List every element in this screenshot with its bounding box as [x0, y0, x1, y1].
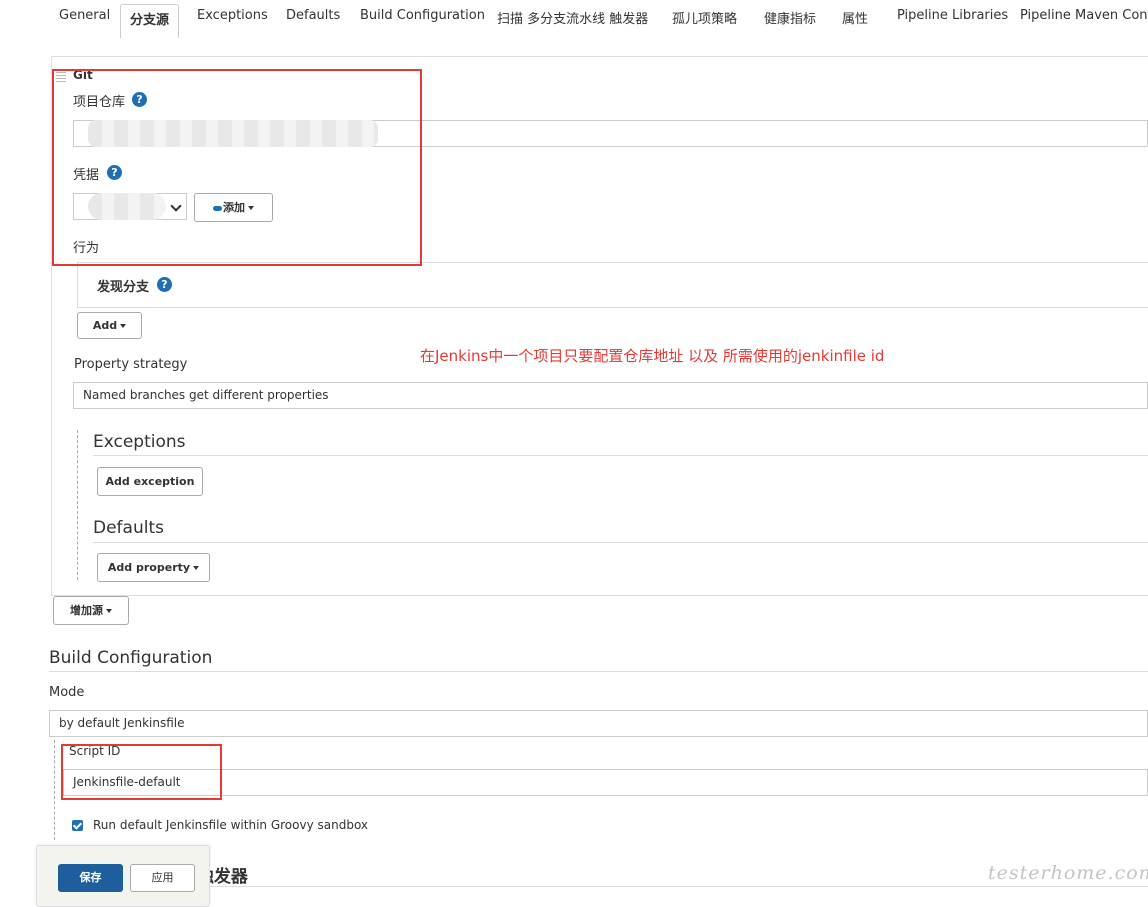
script-id-input[interactable]: Jenkinsfile-default [63, 769, 1148, 796]
watermark: testerhome.com [988, 862, 1148, 884]
tab-defaults[interactable]: Defaults [286, 8, 340, 23]
highlight-box-git [52, 69, 422, 266]
add-source-button[interactable]: 增加源 [53, 596, 129, 625]
tab-health-metrics[interactable]: 健康指标 [764, 8, 816, 27]
nested-section-guide [54, 740, 55, 840]
caret-icon [120, 324, 127, 328]
tab-branch-sources[interactable]: 分支源 [120, 4, 180, 39]
apply-button[interactable]: 应用 [130, 864, 195, 892]
divider [49, 886, 1148, 887]
help-icon[interactable]: ? [157, 277, 172, 292]
save-button[interactable]: 保存 [58, 864, 123, 892]
tab-orphan-strategy[interactable]: 孤儿项策略 [672, 8, 737, 27]
behavior-discover-branches [77, 262, 1148, 308]
add-property-button[interactable]: Add property [97, 553, 210, 582]
property-strategy-select[interactable]: Named branches get different properties [73, 382, 1148, 409]
check-icon [72, 820, 83, 830]
tab-exceptions[interactable]: Exceptions [197, 8, 268, 23]
annotation-text: 在Jenkins中一个项目只要配置仓库地址 以及 所需使用的jenkinfile… [420, 347, 885, 365]
defaults-title: Defaults [93, 518, 164, 538]
divider [49, 671, 1148, 672]
exceptions-title: Exceptions [93, 432, 186, 452]
sandbox-label: Run default Jenkinsfile within Groovy sa… [93, 818, 369, 832]
tab-scan-triggers[interactable]: 扫描 多分支流水线 触发器 [497, 8, 648, 27]
mode-select[interactable]: by default Jenkinsfile [49, 710, 1148, 737]
add-property-label: Add property [107, 561, 191, 574]
tab-general[interactable]: General [59, 8, 110, 23]
tab-pipeline-maven-config[interactable]: Pipeline Maven Configu [1020, 8, 1148, 23]
discover-branches-label: 发现分支 [97, 280, 150, 295]
add-source-label: 增加源 [70, 604, 103, 617]
tab-pipeline-libraries[interactable]: Pipeline Libraries [897, 8, 1008, 23]
add-behavior-button[interactable]: Add [77, 312, 142, 339]
tab-build-configuration[interactable]: Build Configuration [360, 8, 485, 23]
tab-bar: General 分支源 Exceptions Defaults Build Co… [42, 0, 1148, 39]
sandbox-checkbox[interactable] [72, 820, 83, 831]
build-configuration-title: Build Configuration [49, 648, 213, 668]
divider [93, 542, 1148, 543]
caret-icon [106, 609, 112, 613]
mode-label: Mode [49, 685, 85, 700]
nested-section-guide [77, 430, 78, 580]
tab-properties[interactable]: 属性 [842, 8, 868, 27]
add-exception-button[interactable]: Add exception [97, 467, 203, 496]
add-behavior-label: Add [92, 319, 118, 332]
highlight-box-script-id [61, 744, 222, 800]
caret-icon [193, 566, 200, 570]
divider [93, 455, 1148, 456]
property-strategy-label: Property strategy [74, 357, 188, 372]
